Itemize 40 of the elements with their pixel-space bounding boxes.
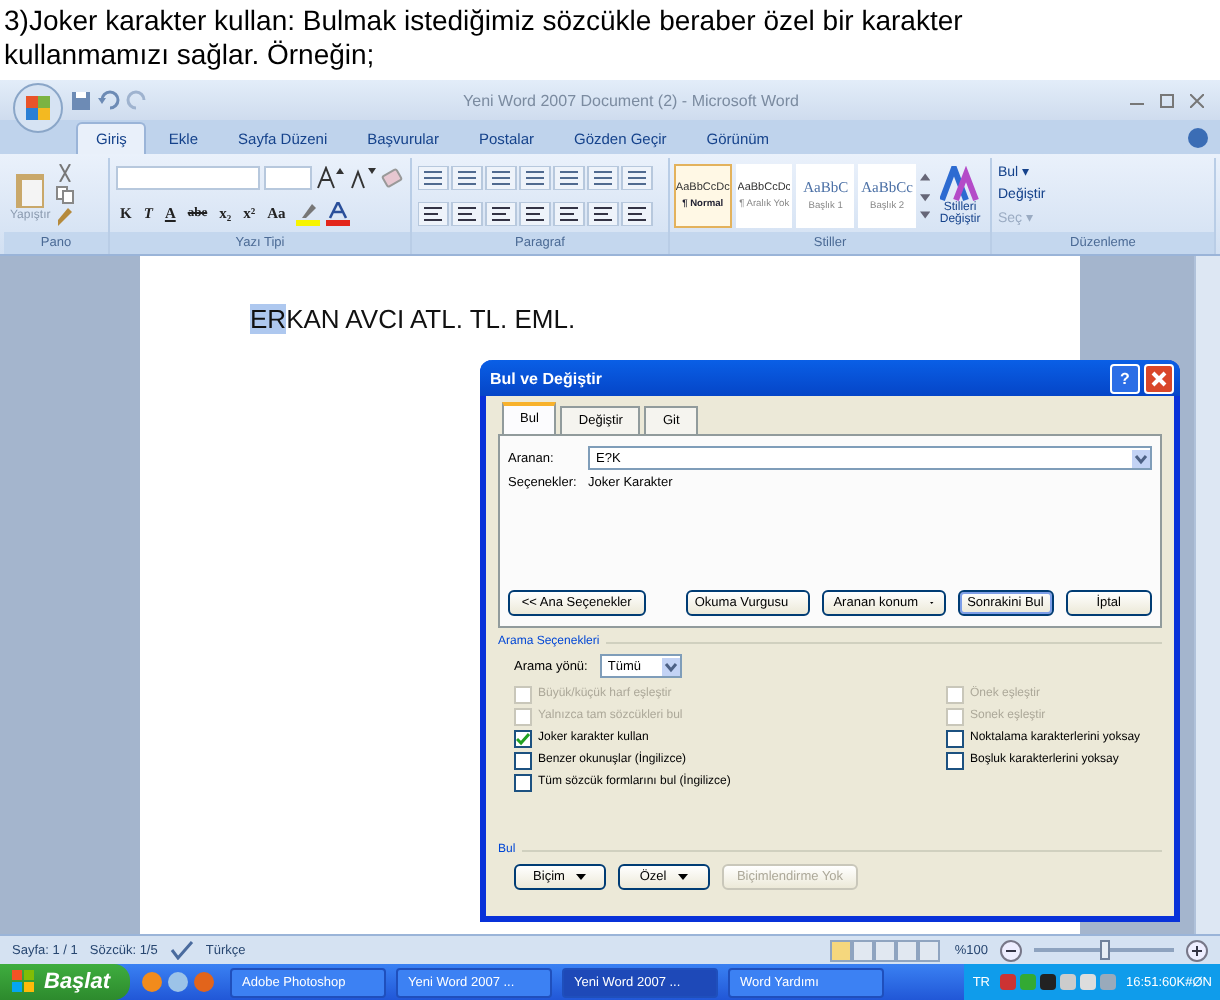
list-buttons-drawing[interactable] [418,165,658,189]
caption-text: 3)Joker karakter kullan: Bulmak istediğimiz sözcükle beraber özel bir karakter kullanmamızı sağlar. Örneğin; [2,2,965,74]
close-icon[interactable] [1190,93,1204,107]
maximize-icon[interactable] [1160,93,1174,107]
checkbox[interactable] [946,751,964,769]
help-button[interactable]: ? [1110,363,1140,393]
eraser-icon[interactable] [380,165,404,189]
highlight-icon[interactable] [293,201,322,225]
save-icon[interactable] [70,89,92,111]
undo-icon[interactable] [98,89,120,111]
tray-icons-drawing[interactable] [997,972,1118,992]
dropdown-arrow-icon[interactable] [1132,449,1150,467]
caret-icon [678,874,689,880]
zoom-in-icon[interactable] [1186,939,1208,961]
dropdown-arrow-icon[interactable] [661,657,680,675]
shrink-font-icon[interactable] [348,165,376,189]
font-name-field[interactable] [116,165,260,189]
windows-flag-icon [12,970,36,994]
vertical-scrollbar[interactable] [1194,256,1220,934]
checkbox[interactable] [514,729,532,747]
caret-icon [576,874,587,880]
dialog-title: Bul ve Değiştir [490,369,605,387]
window-title: Yeni Word 2007 Document (2) - Microsoft Word [461,91,801,109]
grow-font-icon[interactable] [316,165,344,189]
start-button[interactable]: Başlat [0,964,131,1000]
document-text: ERKAN AVCI ATL. TL. EML. [250,304,578,334]
spellcheck-icon[interactable] [169,940,194,960]
checkbox[interactable] [946,729,964,747]
view-buttons-drawing[interactable] [830,939,943,961]
checkbox[interactable] [514,773,532,791]
checkbox[interactable] [514,751,532,769]
close-button[interactable] [1144,363,1174,393]
scissors-icon[interactable] [56,164,75,182]
brush-icon[interactable] [56,208,75,226]
align-buttons-drawing[interactable] [418,201,658,225]
font-size-field[interactable] [264,165,312,189]
zoom-thumb[interactable] [1100,940,1110,960]
font-color-icon[interactable] [325,201,350,225]
copy-icon[interactable] [56,186,75,204]
zoom-out-icon[interactable] [1000,939,1022,961]
